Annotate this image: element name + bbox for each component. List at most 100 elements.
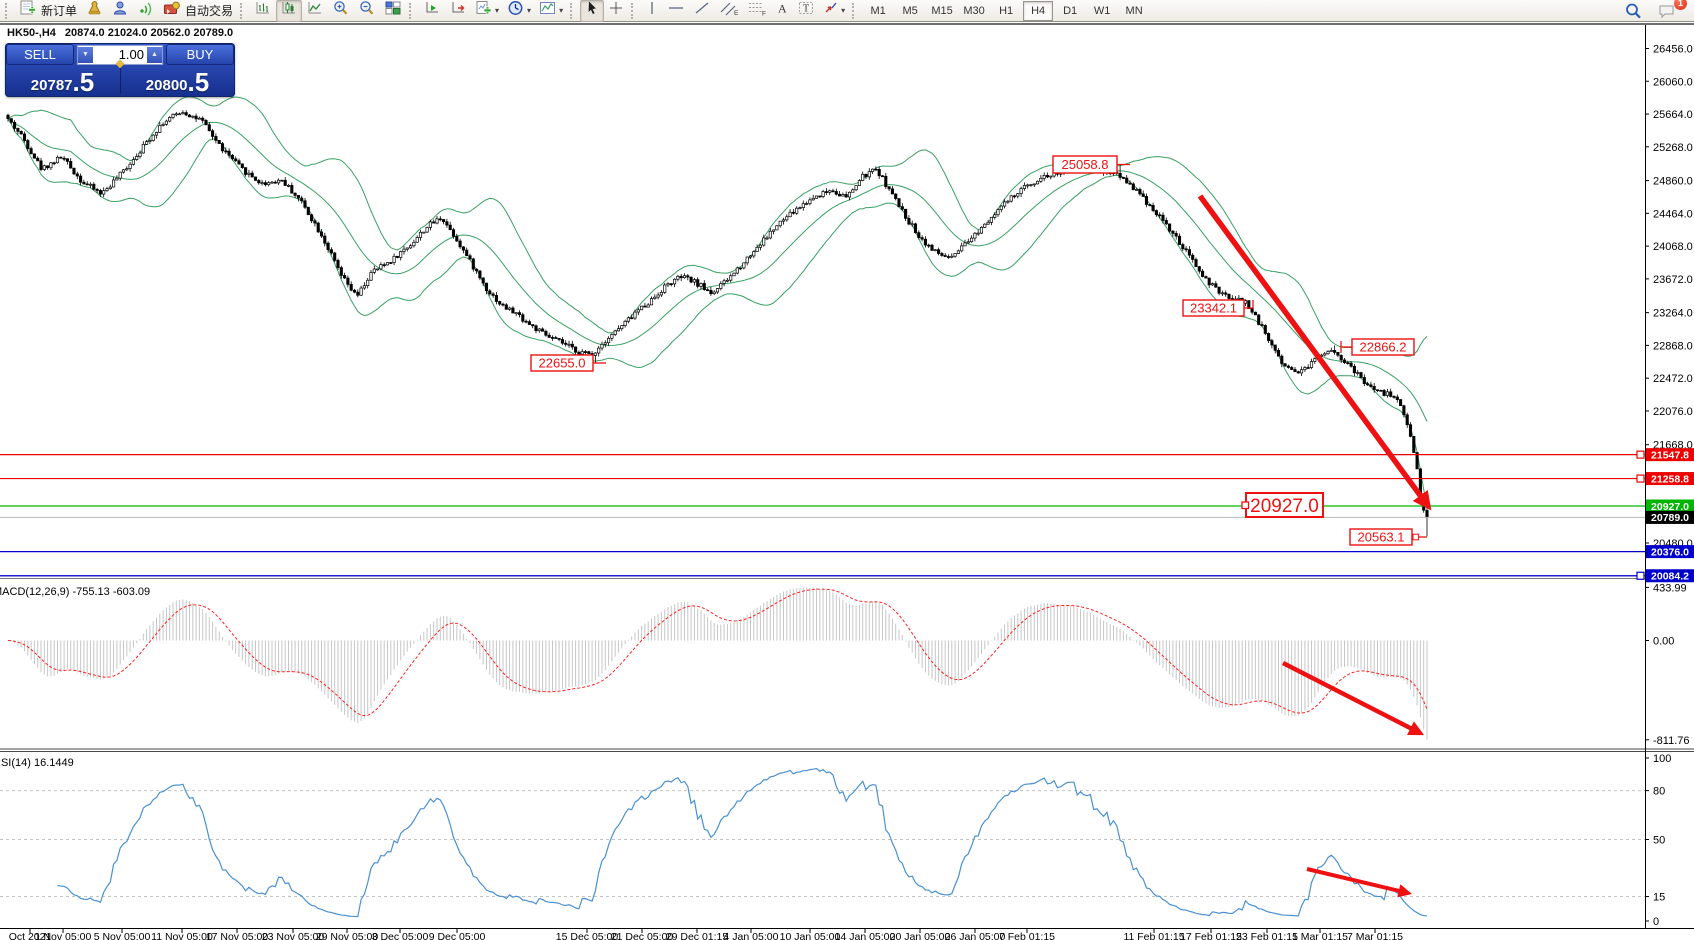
bar-chart-mode-button[interactable]: [250, 0, 276, 22]
sell-price-int: 20787: [31, 78, 73, 93]
price-annotations[interactable]: 25058.823342.122866.222655.020927.020563…: [531, 156, 1427, 545]
toolbar-grip[interactable]: [570, 3, 576, 19]
rsi-label: RSI(14) 16.1449: [0, 757, 74, 769]
toolbar-grip[interactable]: [631, 3, 637, 19]
one-click-trade-panel: SELL ▼ ▲ BUY 20787.5 20800.5: [5, 43, 235, 97]
seal-button[interactable]: [81, 0, 107, 22]
svg-text:24860.0: 24860.0: [1653, 176, 1693, 188]
timeframe-h1[interactable]: H1: [991, 1, 1021, 21]
svg-text:22655.0: 22655.0: [539, 356, 586, 371]
zoom-in-button[interactable]: [328, 0, 354, 22]
trendline-icon: [693, 0, 711, 21]
chart-title: HK50-,H420874.0 21024.0 20562.0 20789.0: [7, 27, 233, 39]
step-forward-icon: [423, 0, 441, 21]
time-axis[interactable]: Oct 20211 Nov 05:005 Nov 05:0011 Nov 05:…: [9, 929, 1403, 940]
clock-icon: [507, 0, 525, 21]
chevron-down-icon: ▾: [559, 6, 563, 15]
new-order-label: 新订单: [41, 2, 77, 19]
arrows-dropdown[interactable]: ▾: [819, 0, 849, 22]
vertical-line-tool[interactable]: [641, 0, 663, 22]
cursor-icon: [584, 0, 600, 21]
timeframe-m1[interactable]: M1: [863, 1, 893, 21]
signals-button[interactable]: [133, 0, 159, 22]
period-dropdown[interactable]: ▾: [503, 0, 535, 22]
svg-text:15: 15: [1653, 892, 1665, 904]
svg-text:11 Nov 05:00: 11 Nov 05:00: [151, 931, 213, 940]
svg-text:7 Mar 01:15: 7 Mar 01:15: [1347, 931, 1403, 940]
timeframe-m15[interactable]: M15: [927, 1, 957, 21]
step-forward-button[interactable]: [419, 0, 445, 22]
step-end-icon: [449, 0, 467, 21]
new-chart-dropdown[interactable]: ▾: [471, 0, 503, 22]
toolbar-grip[interactable]: [409, 3, 415, 19]
notifications-button[interactable]: 1: [1654, 0, 1682, 22]
symbol-period-label: HK50-,H4: [7, 27, 56, 39]
svg-text:T: T: [803, 4, 809, 15]
vertical-line-icon: [645, 0, 659, 21]
level-lines[interactable]: [0, 451, 1645, 579]
volume-increase-button[interactable]: ▲: [147, 47, 162, 63]
fibonacci-tool[interactable]: F: [743, 0, 771, 22]
timeframe-d1[interactable]: D1: [1055, 1, 1085, 21]
text-tool[interactable]: A: [771, 0, 793, 22]
candlestick-mode-button[interactable]: [276, 0, 302, 22]
timeframe-h4[interactable]: H4: [1023, 1, 1053, 21]
svg-text:24464.0: 24464.0: [1653, 208, 1693, 220]
line-handle[interactable]: [1637, 475, 1644, 482]
panel-divider: [120, 65, 121, 93]
trendline-tool[interactable]: [689, 0, 715, 22]
timeframe-w1[interactable]: W1: [1087, 1, 1117, 21]
svg-text:0: 0: [1653, 916, 1659, 928]
profile-user-button[interactable]: [107, 0, 133, 22]
zoom-out-button[interactable]: [354, 0, 380, 22]
buy-button[interactable]: BUY: [166, 44, 234, 65]
crosshair-tool-button[interactable]: [604, 0, 628, 22]
tile-windows-button[interactable]: [380, 0, 406, 22]
svg-text:A: A: [778, 2, 787, 16]
svg-text:25268.0: 25268.0: [1653, 142, 1693, 154]
text-label-tool[interactable]: T: [793, 0, 819, 22]
svg-text:29 Nov 05:00: 29 Nov 05:00: [316, 931, 379, 940]
sell-button[interactable]: SELL: [6, 44, 74, 65]
toolbar-grip[interactable]: [852, 3, 858, 19]
timeframe-m5[interactable]: M5: [895, 1, 925, 21]
toolbar-grip[interactable]: [5, 3, 11, 19]
chart-canvas[interactable]: 26456.026060.025664.025268.024860.024464…: [0, 0, 1694, 940]
horizontal-line-tool[interactable]: [663, 0, 689, 22]
svg-text:15 Dec 05:00: 15 Dec 05:00: [556, 931, 619, 940]
new-order-button[interactable]: 新订单: [15, 0, 81, 22]
step-end-button[interactable]: [445, 0, 471, 22]
svg-text:F: F: [762, 11, 766, 17]
cursor-tool-button[interactable]: [580, 0, 604, 22]
line-handle[interactable]: [1637, 451, 1644, 458]
svg-text:20376.0: 20376.0: [1651, 546, 1689, 558]
svg-text:10 Jan 05:00: 10 Jan 05:00: [780, 931, 841, 940]
svg-text:26456.0: 26456.0: [1653, 44, 1693, 56]
chevron-down-icon: ▾: [527, 6, 531, 15]
line-chart-mode-button[interactable]: [302, 0, 328, 22]
volume-decrease-button[interactable]: ▼: [78, 47, 93, 63]
svg-text:24068.0: 24068.0: [1653, 241, 1693, 253]
svg-text:5 Nov 05:00: 5 Nov 05:00: [94, 931, 151, 940]
buy-price[interactable]: 20800.5: [120, 65, 235, 95]
svg-text:80: 80: [1653, 786, 1665, 798]
template-dropdown[interactable]: ▾: [535, 0, 567, 22]
svg-text:23342.1: 23342.1: [1190, 301, 1237, 316]
timeframe-mn[interactable]: MN: [1119, 1, 1149, 21]
price-tags: 21547.821258.820927.020789.020376.020084…: [1646, 448, 1694, 582]
line-handle[interactable]: [1637, 572, 1644, 579]
svg-text:22076.0: 22076.0: [1653, 406, 1693, 418]
buy-price-dec: .5: [188, 72, 210, 93]
svg-text:433.99: 433.99: [1653, 582, 1687, 594]
svg-text:3 Dec 05:00: 3 Dec 05:00: [372, 931, 429, 940]
toolbar-grip[interactable]: [240, 3, 246, 19]
svg-text:23672.0: 23672.0: [1653, 274, 1693, 286]
svg-text:20927.0: 20927.0: [1250, 496, 1319, 517]
timeframe-m30[interactable]: M30: [959, 1, 989, 21]
autotrade-button[interactable]: 自动交易: [159, 0, 237, 22]
sell-price[interactable]: 20787.5: [5, 65, 120, 95]
equidistant-channel-tool[interactable]: E: [715, 0, 743, 22]
search-button[interactable]: [1620, 0, 1648, 22]
svg-text:17 Nov 05:00: 17 Nov 05:00: [206, 931, 269, 940]
svg-text:1 Mar 01:15: 1 Mar 01:15: [1292, 931, 1348, 940]
